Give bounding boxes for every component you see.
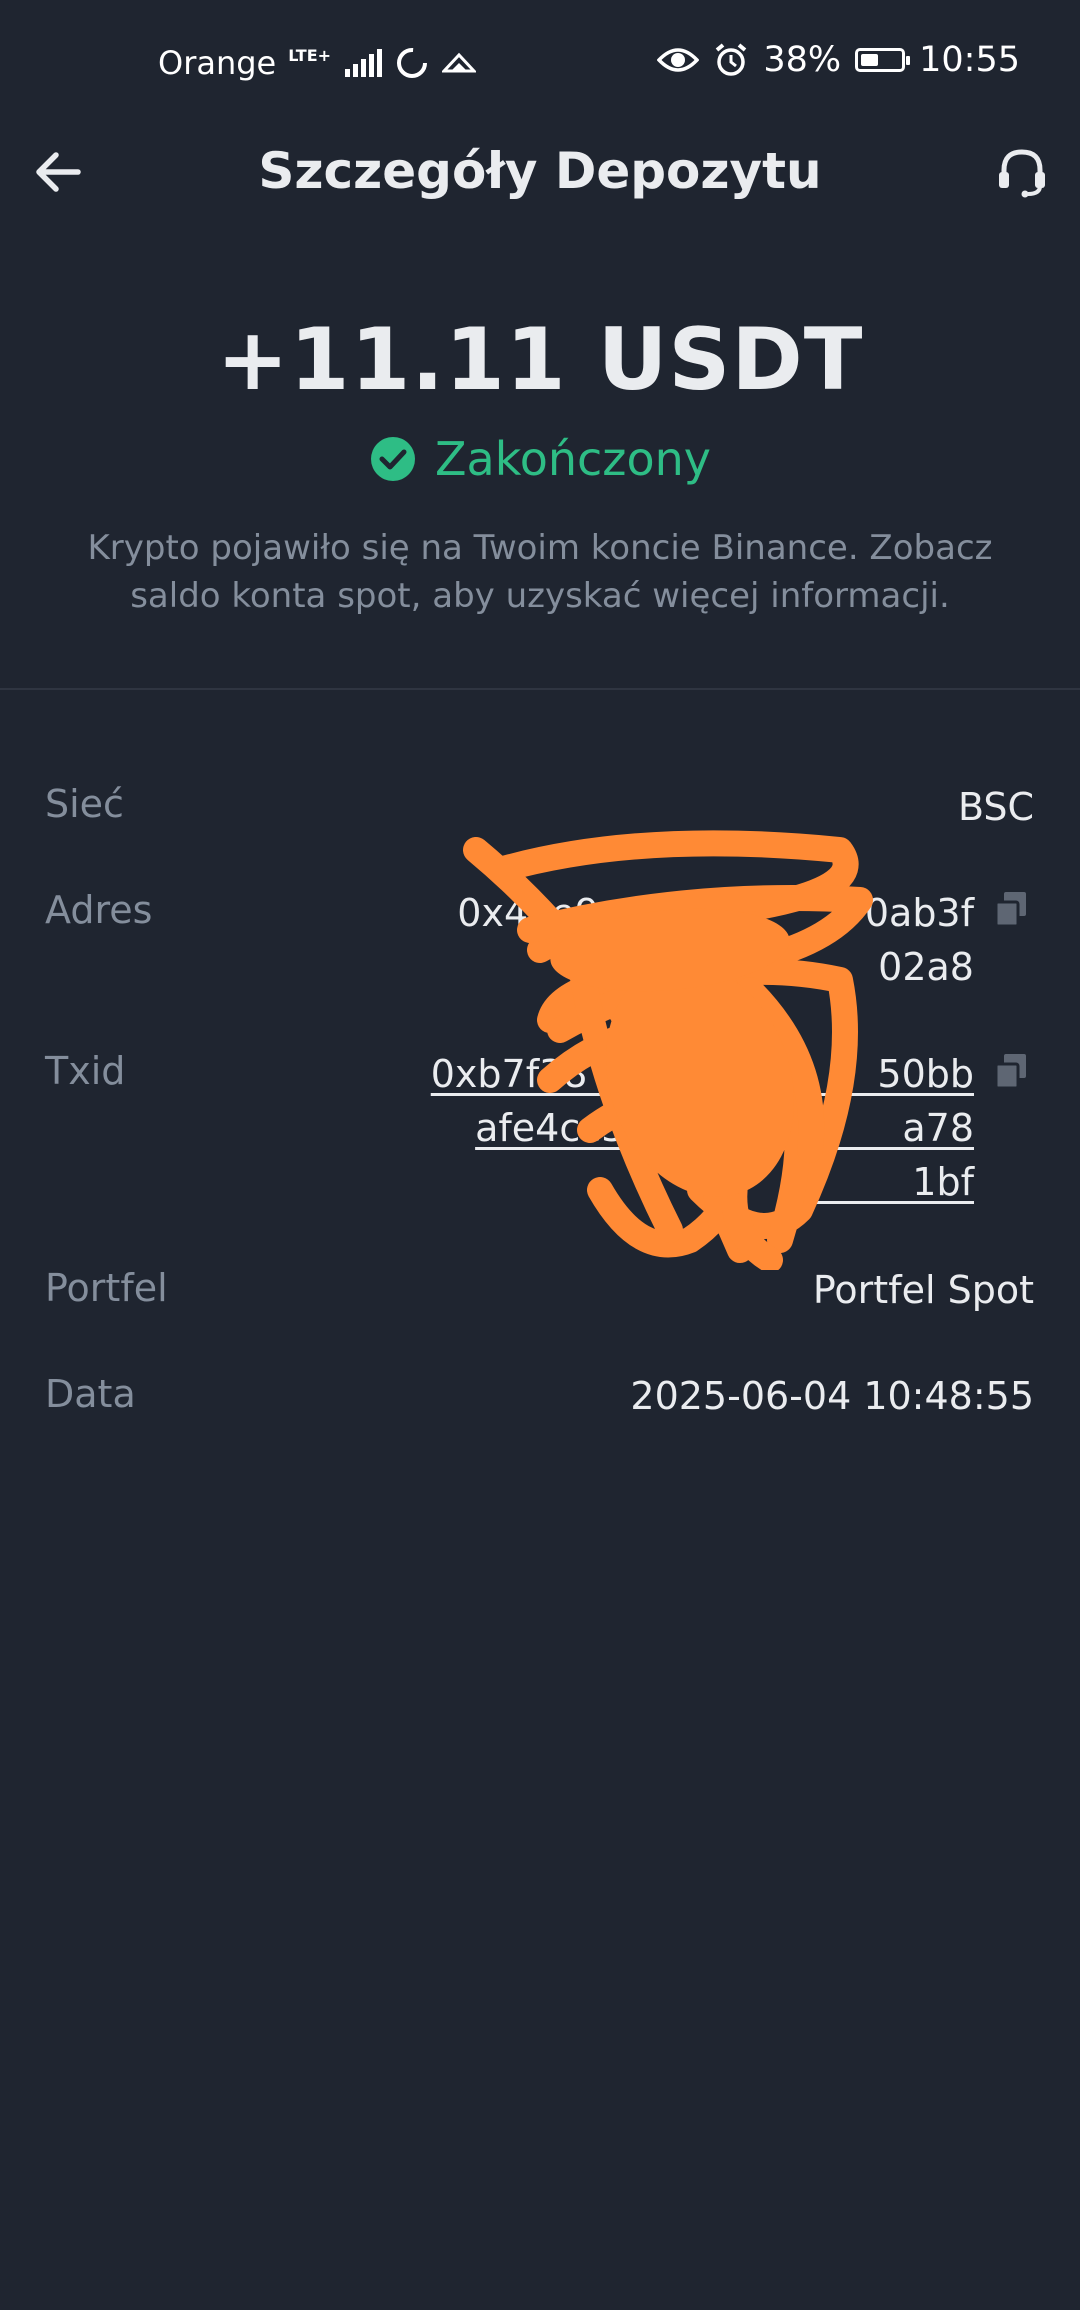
copy-txid-icon[interactable] xyxy=(994,1052,1028,1090)
txid-line-3[interactable]: 5 1bf xyxy=(431,1155,974,1209)
status-bar: Orange LTE+ 38% 10:55 xyxy=(0,0,1080,124)
eye-icon xyxy=(657,48,700,72)
copy-address-icon[interactable] xyxy=(994,890,1028,928)
txid-label: Txid xyxy=(45,1049,126,1093)
sync-icon xyxy=(397,48,428,78)
page-title: Szczegóły Depozytu xyxy=(258,142,822,200)
signal-icon xyxy=(345,49,383,77)
deposit-description: Krypto pojawiło się na Twoim koncie Bina… xyxy=(87,528,993,616)
status-text: Zakończony xyxy=(435,432,711,486)
headset-icon[interactable] xyxy=(992,142,1052,202)
deposit-status: Zakończony xyxy=(0,432,1080,486)
network-label: Sieć xyxy=(45,782,124,826)
clock-time: 10:55 xyxy=(919,40,1020,80)
alarm-icon xyxy=(716,43,747,76)
battery-icon xyxy=(855,48,911,72)
carrier-name: Orange xyxy=(158,44,277,82)
battery-percent: 38% xyxy=(763,40,842,80)
address-line-2: 02a8 xyxy=(878,945,974,989)
network-value: BSC xyxy=(957,785,1034,829)
app-header: Szczegóły Depozytu xyxy=(0,124,1080,220)
check-circle-icon xyxy=(371,437,416,481)
status-right: 38% 10:55 xyxy=(657,40,1020,80)
date-label: Data xyxy=(45,1372,136,1416)
address-line-1: 0x4ee9 83 0ab3f xyxy=(457,891,974,935)
date-value: 2025-06-04 10:48:55 xyxy=(630,1374,1034,1418)
wallet-value: Portfel Spot xyxy=(812,1268,1034,1312)
divider xyxy=(0,688,1080,690)
wallet-label: Portfel xyxy=(45,1266,168,1310)
address-label: Adres xyxy=(45,888,153,932)
txid-value[interactable]: 0xb7f38 67 9 50bb afe4cc3e5 a78 5 1bf xyxy=(431,1047,974,1209)
deposit-amount: +11.11 USDT xyxy=(216,310,864,410)
txid-line-1[interactable]: 0xb7f38 67 9 50bb xyxy=(431,1047,974,1101)
network-type: LTE+ xyxy=(288,46,332,65)
wifi-hotspot-icon xyxy=(442,52,477,73)
status-left: Orange LTE+ xyxy=(158,44,477,82)
txid-line-2[interactable]: afe4cc3e5 a78 xyxy=(431,1101,974,1155)
address-value: 0x4ee9 83 0ab3f 02a8 xyxy=(457,886,974,994)
